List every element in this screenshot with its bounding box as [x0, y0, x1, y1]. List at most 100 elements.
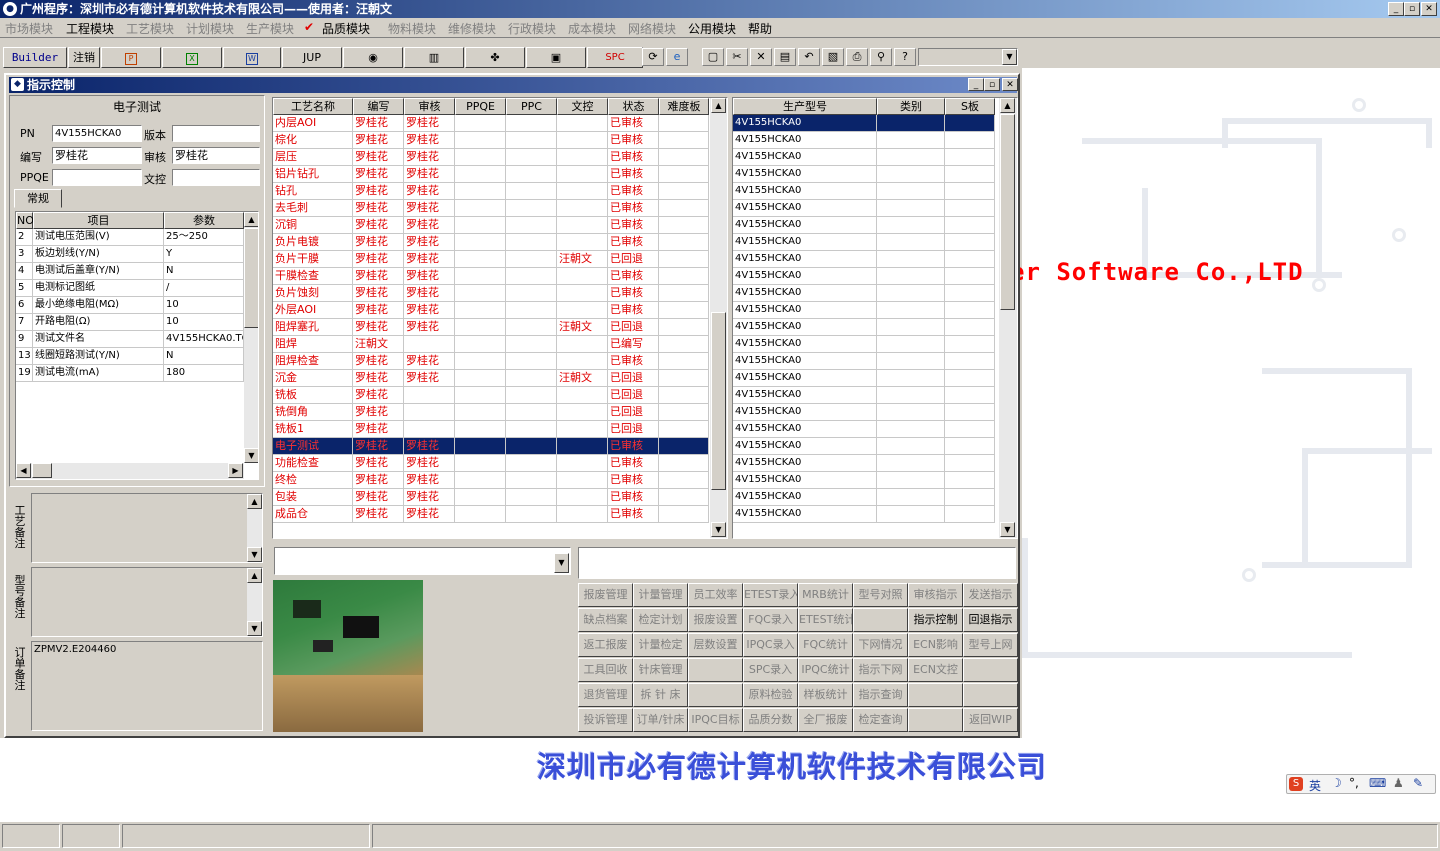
model-row[interactable]: 4V155HCKA0	[733, 319, 995, 336]
model-row[interactable]: 4V155HCKA0	[733, 217, 995, 234]
function-button[interactable]: ECN影响	[908, 633, 963, 657]
function-button[interactable]	[908, 683, 963, 707]
computer-button[interactable]: ▣	[526, 47, 586, 68]
jup-button[interactable]: JUP	[282, 47, 342, 68]
function-button[interactable]: 检定查询	[853, 708, 908, 732]
cut-icon[interactable]: ✂	[726, 48, 748, 66]
function-button[interactable]: 报废管理	[578, 583, 633, 607]
model-row[interactable]: 4V155HCKA0	[733, 472, 995, 489]
model-row[interactable]: 4V155HCKA0	[733, 421, 995, 438]
function-button[interactable]: 层数设置	[688, 633, 743, 657]
process-row[interactable]: 层压 罗桂花 罗桂花 已审核	[273, 149, 709, 166]
ppqe-field[interactable]	[52, 169, 142, 186]
function-button[interactable]	[963, 683, 1018, 707]
scroll-thumb[interactable]	[1000, 114, 1015, 310]
process-header-7[interactable]: 难度板	[659, 98, 709, 115]
reviewer-field[interactable]: 罗桂花	[172, 147, 260, 164]
menu-item-4[interactable]: 生产模块	[246, 20, 294, 37]
function-button[interactable]: IPQC统计	[798, 658, 853, 682]
param-vscroll[interactable]: ▲ ▼	[244, 212, 258, 463]
function-button[interactable]: 下网情况	[853, 633, 908, 657]
menu-item-2[interactable]: 工艺模块	[126, 20, 174, 37]
remark-vscroll[interactable]: ▲ ▼	[247, 568, 262, 636]
logout-button[interactable]: 注销	[68, 47, 100, 68]
scroll-down-icon[interactable]: ▼	[1000, 522, 1015, 537]
process-header-1[interactable]: 编写	[353, 98, 404, 115]
model-row[interactable]: 4V155HCKA0	[733, 132, 995, 149]
menu-item-0[interactable]: 市场模块	[5, 20, 53, 37]
scroll-up-icon[interactable]: ▲	[1000, 98, 1015, 113]
model-row[interactable]: 4V155HCKA0	[733, 455, 995, 472]
menu-item-9[interactable]: 成本模块	[568, 20, 616, 37]
param-header-no[interactable]: NO	[16, 212, 34, 229]
ime-language[interactable]: 英	[1309, 777, 1321, 794]
function-button[interactable]	[688, 658, 743, 682]
menu-item-12[interactable]: 帮助	[748, 20, 772, 37]
function-button[interactable]: 检定计划	[633, 608, 688, 632]
scroll-up-icon[interactable]: ▲	[711, 98, 726, 113]
model-row[interactable]: 4V155HCKA0	[733, 404, 995, 421]
chevron-down-icon[interactable]: ▼	[554, 553, 569, 573]
process-row[interactable]: 沉金 罗桂花 罗桂花 汪朝文 已回退	[273, 370, 709, 387]
function-button[interactable]: 原料检验	[743, 683, 798, 707]
process-row[interactable]: 铝片钻孔 罗桂花 罗桂花 已审核	[273, 166, 709, 183]
function-button[interactable]: 退货管理	[578, 683, 633, 707]
toolbar-combo[interactable]: ▼	[918, 48, 1018, 66]
version-field[interactable]	[172, 125, 260, 142]
process-header-2[interactable]: 审核	[404, 98, 455, 115]
editor-field[interactable]: 罗桂花	[52, 147, 142, 164]
function-button[interactable]: 品质分数	[743, 708, 798, 732]
function-button[interactable]: 拆 针 床	[633, 683, 688, 707]
function-button[interactable]	[688, 683, 743, 707]
menu-item-6[interactable]: 物料模块	[388, 20, 436, 37]
instruction-text-field[interactable]	[578, 547, 1016, 579]
model-row[interactable]: 4V155HCKA0	[733, 285, 995, 302]
function-button[interactable]: IPQC录入	[743, 633, 798, 657]
process-row[interactable]: 终检 罗桂花 罗桂花 已审核	[273, 472, 709, 489]
menu-item-1[interactable]: 工程模块	[66, 20, 114, 37]
model-vscroll[interactable]: ▲ ▼	[999, 98, 1017, 538]
function-button[interactable]	[908, 708, 963, 732]
param-row[interactable]: 19 测试电流(mA) 180	[16, 365, 244, 382]
function-button[interactable]: 返回WIP	[963, 708, 1018, 732]
function-button[interactable]	[963, 658, 1018, 682]
function-button[interactable]: 发送指示	[963, 583, 1018, 607]
network-button[interactable]: ✤	[465, 47, 525, 68]
function-button[interactable]: 样板统计	[798, 683, 853, 707]
doc-control-field[interactable]	[172, 169, 260, 186]
function-button[interactable]: IPQC目标	[688, 708, 743, 732]
process-combo[interactable]: ▼	[274, 547, 571, 575]
sogou-icon[interactable]: S	[1289, 777, 1303, 791]
new-document-icon[interactable]: ▢	[702, 48, 724, 66]
scroll-thumb[interactable]	[711, 312, 726, 490]
function-button[interactable]: 型号上网	[963, 633, 1018, 657]
model-row[interactable]: 4V155HCKA0	[733, 268, 995, 285]
menu-item-3[interactable]: 计划模块	[186, 20, 234, 37]
model-row[interactable]: 4V155HCKA0	[733, 251, 995, 268]
process-row[interactable]: 去毛刺 罗桂花 罗桂花 已审核	[273, 200, 709, 217]
function-button[interactable]: 订单/针床	[633, 708, 688, 732]
moon-icon[interactable]: ☽	[1331, 776, 1342, 790]
function-button[interactable]: 工具回收	[578, 658, 633, 682]
process-row[interactable]: 外层AOI 罗桂花 罗桂花 已审核	[273, 302, 709, 319]
process-header-0[interactable]: 工艺名称	[273, 98, 353, 115]
process-row[interactable]: 内层AOI 罗桂花 罗桂花 已审核	[273, 115, 709, 132]
scroll-down-icon[interactable]: ▼	[247, 547, 262, 562]
param-row[interactable]: 6 最小绝缘电阻(MΩ) 10	[16, 297, 244, 314]
function-button[interactable]: ETEST统计	[798, 608, 853, 632]
undo-icon[interactable]: ↶	[798, 48, 820, 66]
powerpoint-button[interactable]: P	[101, 47, 161, 68]
excel-button[interactable]: X	[162, 47, 222, 68]
process-row[interactable]: 电子测试 罗桂花 罗桂花 已审核	[273, 438, 709, 455]
scroll-right-icon[interactable]: ▶	[228, 463, 243, 478]
param-header-item[interactable]: 项目	[33, 212, 164, 229]
child-close-button[interactable]: ✕	[1002, 78, 1018, 91]
function-button[interactable]: 审核指示	[908, 583, 963, 607]
function-button[interactable]: ETEST录入	[743, 583, 798, 607]
process-remark-field[interactable]: ▲ ▼	[31, 493, 263, 563]
scroll-up-icon[interactable]: ▲	[247, 568, 262, 583]
process-row[interactable]: 包装 罗桂花 罗桂花 已审核	[273, 489, 709, 506]
pn-field[interactable]: 4V155HCKA0	[52, 125, 142, 142]
process-header-3[interactable]: PPQE	[455, 98, 506, 115]
scroll-up-icon[interactable]: ▲	[244, 212, 258, 227]
